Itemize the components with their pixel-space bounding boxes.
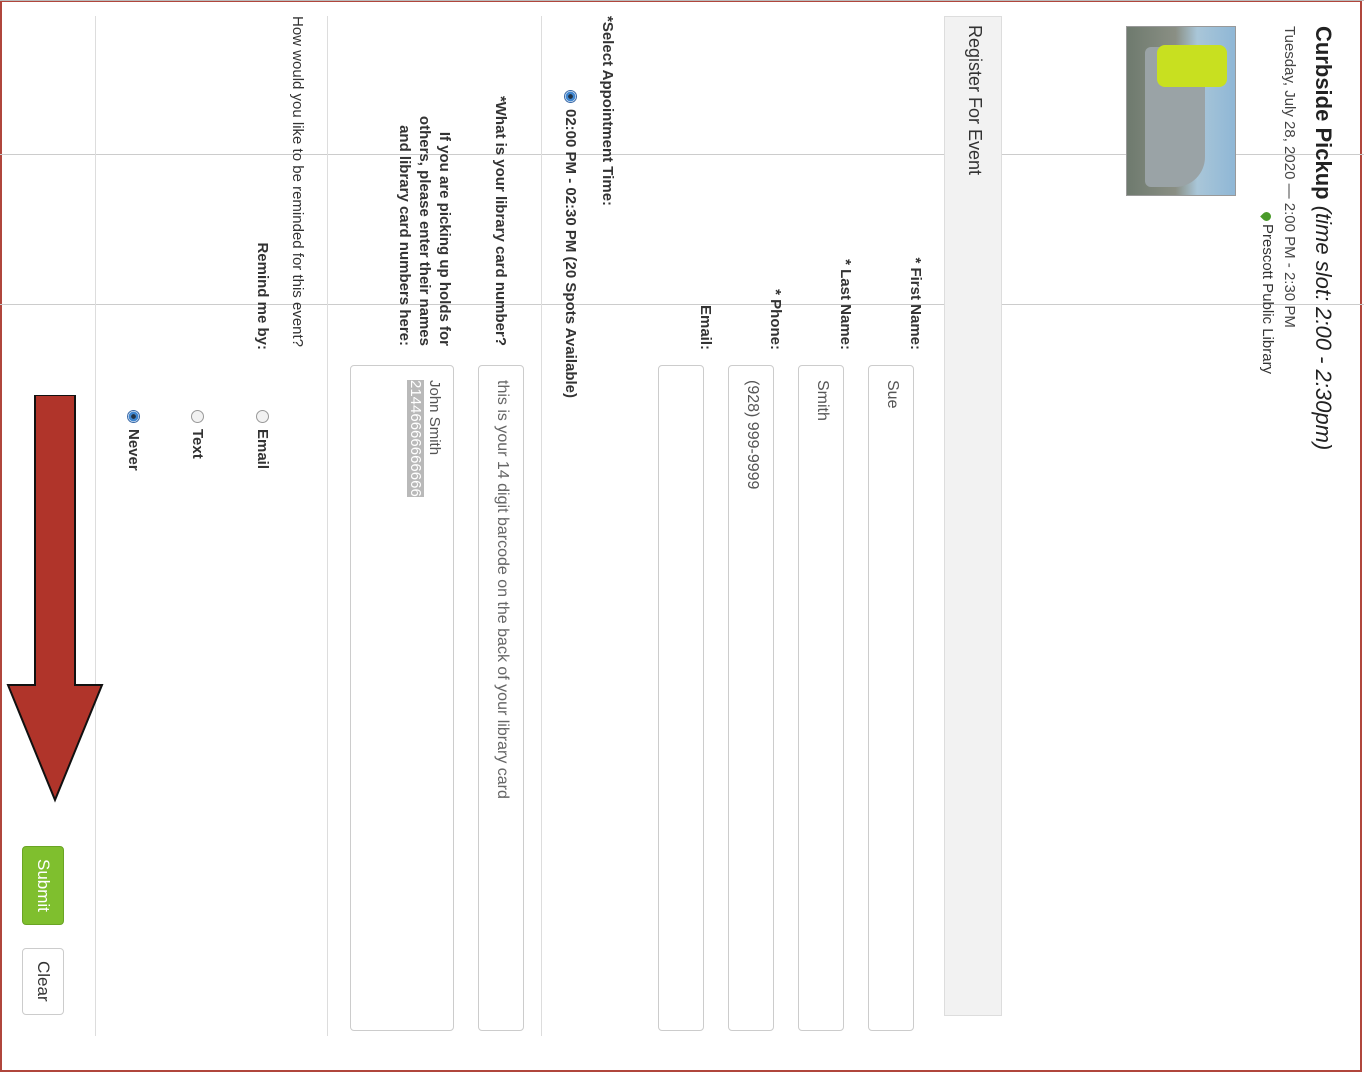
- email-radio[interactable]: [256, 410, 269, 423]
- register-panel-header: Register For Event: [944, 16, 1002, 1016]
- email-input[interactable]: [658, 365, 704, 1031]
- register-heading: Register For Event: [965, 25, 985, 176]
- event-location[interactable]: Prescott Public Library: [1259, 210, 1276, 375]
- down-arrow-icon: [6, 395, 104, 803]
- holds-label-line-2: others, please enter their names: [416, 115, 433, 346]
- registration-page: Curbside Pickup (time slot: 2:00 - 2:30p…: [0, 0, 1364, 1074]
- library-card-input[interactable]: this is your 14 digit barcode on the bac…: [478, 365, 524, 1031]
- first-name-input[interactable]: Sue: [868, 365, 914, 1031]
- remind-option-never[interactable]: Never: [125, 410, 142, 471]
- appointment-label: *Select Appointment Time:: [599, 16, 616, 207]
- never-radio[interactable]: [127, 410, 140, 423]
- last-name-label: * Last Name:: [837, 259, 854, 350]
- remind-question: How would you like to be reminded for th…: [289, 16, 306, 348]
- last-name-input[interactable]: Smith: [798, 365, 844, 1031]
- text-radio[interactable]: [191, 410, 204, 423]
- separator: [541, 16, 542, 1036]
- phone-label: * Phone:: [767, 289, 784, 350]
- first-name-label: * First Name:: [907, 257, 924, 350]
- holds-line-1: John Smith: [426, 380, 443, 456]
- event-image: [1126, 26, 1236, 196]
- remind-option-text[interactable]: Text: [189, 410, 206, 459]
- separator-2: [327, 16, 328, 1036]
- email-label: Email:: [697, 304, 714, 350]
- holds-label: If you are picking up holds for others, …: [394, 40, 454, 346]
- remind-option-email[interactable]: Email: [254, 410, 271, 469]
- map-pin-icon: [1260, 210, 1274, 223]
- content-divider: [0, 304, 1364, 305]
- appointment-option[interactable]: 02:00 PM - 02:30 PM (20 Spots Available): [562, 90, 579, 398]
- remind-label: Remind me by:: [254, 242, 271, 350]
- remind-option-email-label: Email: [254, 429, 271, 470]
- phone-input[interactable]: (928) 999-9999: [728, 365, 774, 1031]
- remind-option-never-label: Never: [125, 429, 142, 471]
- event-title: Curbside Pickup (time slot: 2:00 - 2:30p…: [1310, 26, 1336, 450]
- submit-button[interactable]: Submit: [22, 846, 64, 925]
- holds-label-line-1: If you are picking up holds for: [436, 131, 453, 346]
- left-edge: [0, 0, 1364, 1]
- appointment-radio[interactable]: [564, 90, 577, 103]
- event-title-bold: Curbside Pickup: [1311, 26, 1336, 200]
- holds-textarea[interactable]: John Smith 21446666666666: [350, 365, 454, 1031]
- library-card-label: *What is your library card number?: [492, 95, 509, 346]
- appointment-option-label: 02:00 PM - 02:30 PM (20 Spots Available): [562, 109, 579, 398]
- person-vest-shape: [1157, 45, 1227, 87]
- event-time-slot: (time slot: 2:00 - 2:30pm): [1311, 205, 1336, 451]
- clear-button[interactable]: Clear: [22, 948, 64, 1015]
- holds-label-line-3: and library card numbers here:: [396, 125, 413, 346]
- remind-option-text-label: Text: [189, 429, 206, 459]
- holds-line-2: 21446666666666: [407, 380, 424, 497]
- event-date: Tuesday, July 28, 2020 — 2:00 PM - 2:30 …: [1281, 26, 1298, 328]
- event-location-label: Prescott Public Library: [1259, 224, 1276, 375]
